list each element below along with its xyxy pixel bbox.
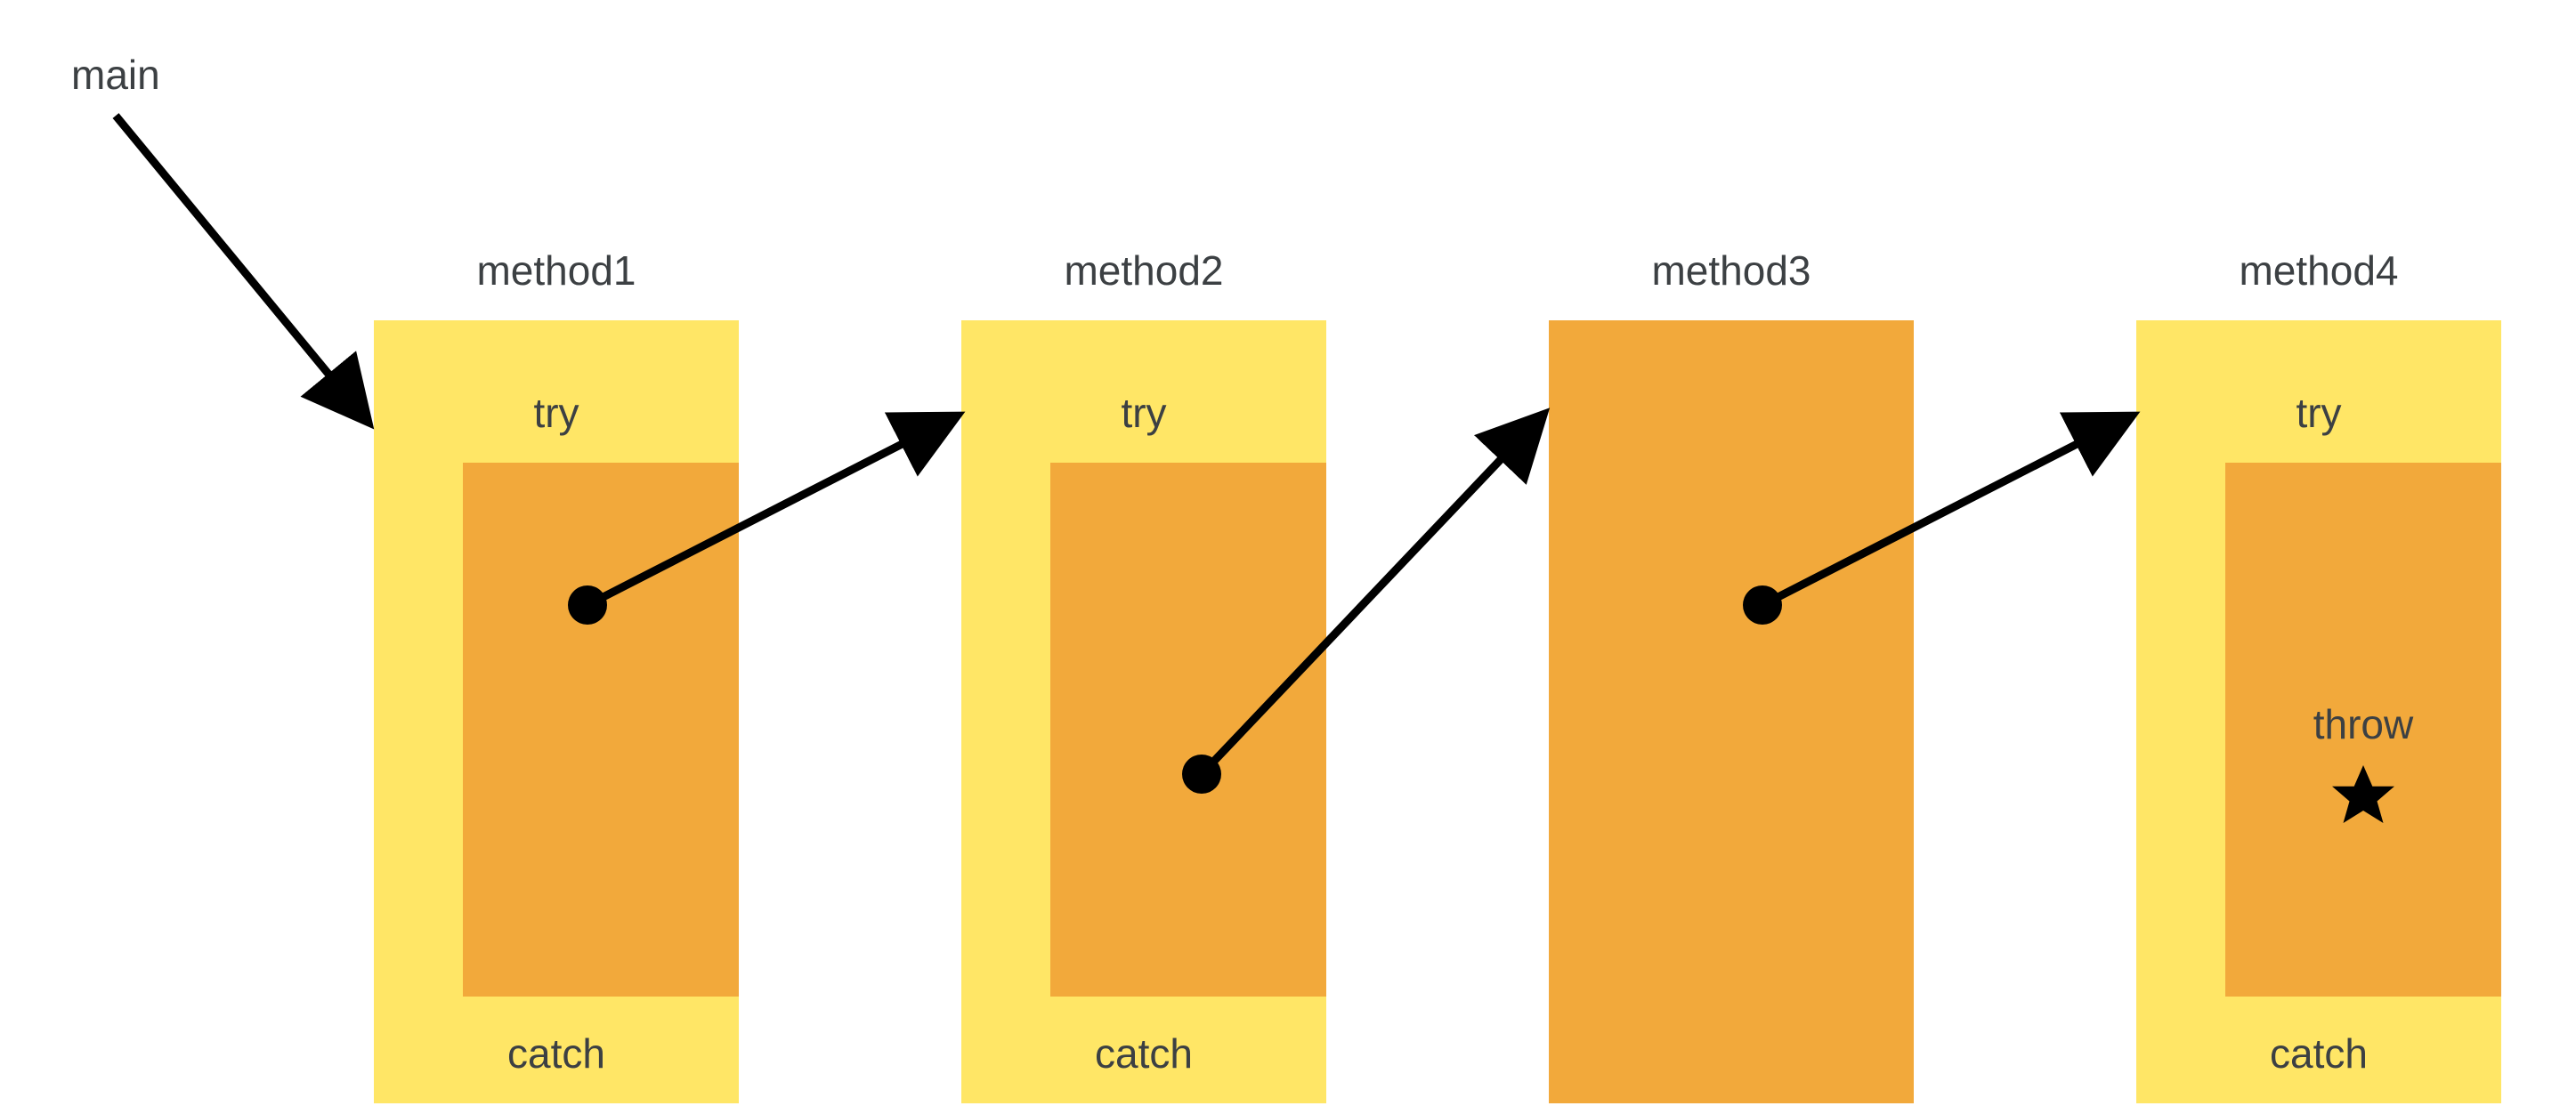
method3-body <box>1549 320 1914 1103</box>
method2-block: method2 try catch <box>961 247 1326 1103</box>
method4-try-label: try <box>2296 390 2341 436</box>
method4-throw-label: throw <box>2313 701 2414 747</box>
method2-try-label: try <box>1121 390 1166 436</box>
method1-try-label: try <box>533 390 579 436</box>
method2-try-body <box>1050 463 1326 997</box>
method1-catch-label: catch <box>507 1030 605 1077</box>
method4-title: method4 <box>2239 247 2398 294</box>
method3-title: method3 <box>1651 247 1810 294</box>
method1-try-body <box>463 463 739 997</box>
method4-catch-label: catch <box>2270 1030 2368 1077</box>
method1-title: method1 <box>476 247 636 294</box>
method1-block: method1 try catch <box>374 247 739 1103</box>
method4-block: method4 try catch throw <box>2136 247 2501 1103</box>
method2-catch-label: catch <box>1095 1030 1193 1077</box>
call-stack-diagram: method1 try catch method2 try catch meth… <box>0 0 2576 1114</box>
main-label: main <box>71 52 160 98</box>
arrow-main-to-method1 <box>116 116 365 418</box>
method2-title: method2 <box>1064 247 1223 294</box>
method3-block: method3 <box>1549 247 1914 1103</box>
